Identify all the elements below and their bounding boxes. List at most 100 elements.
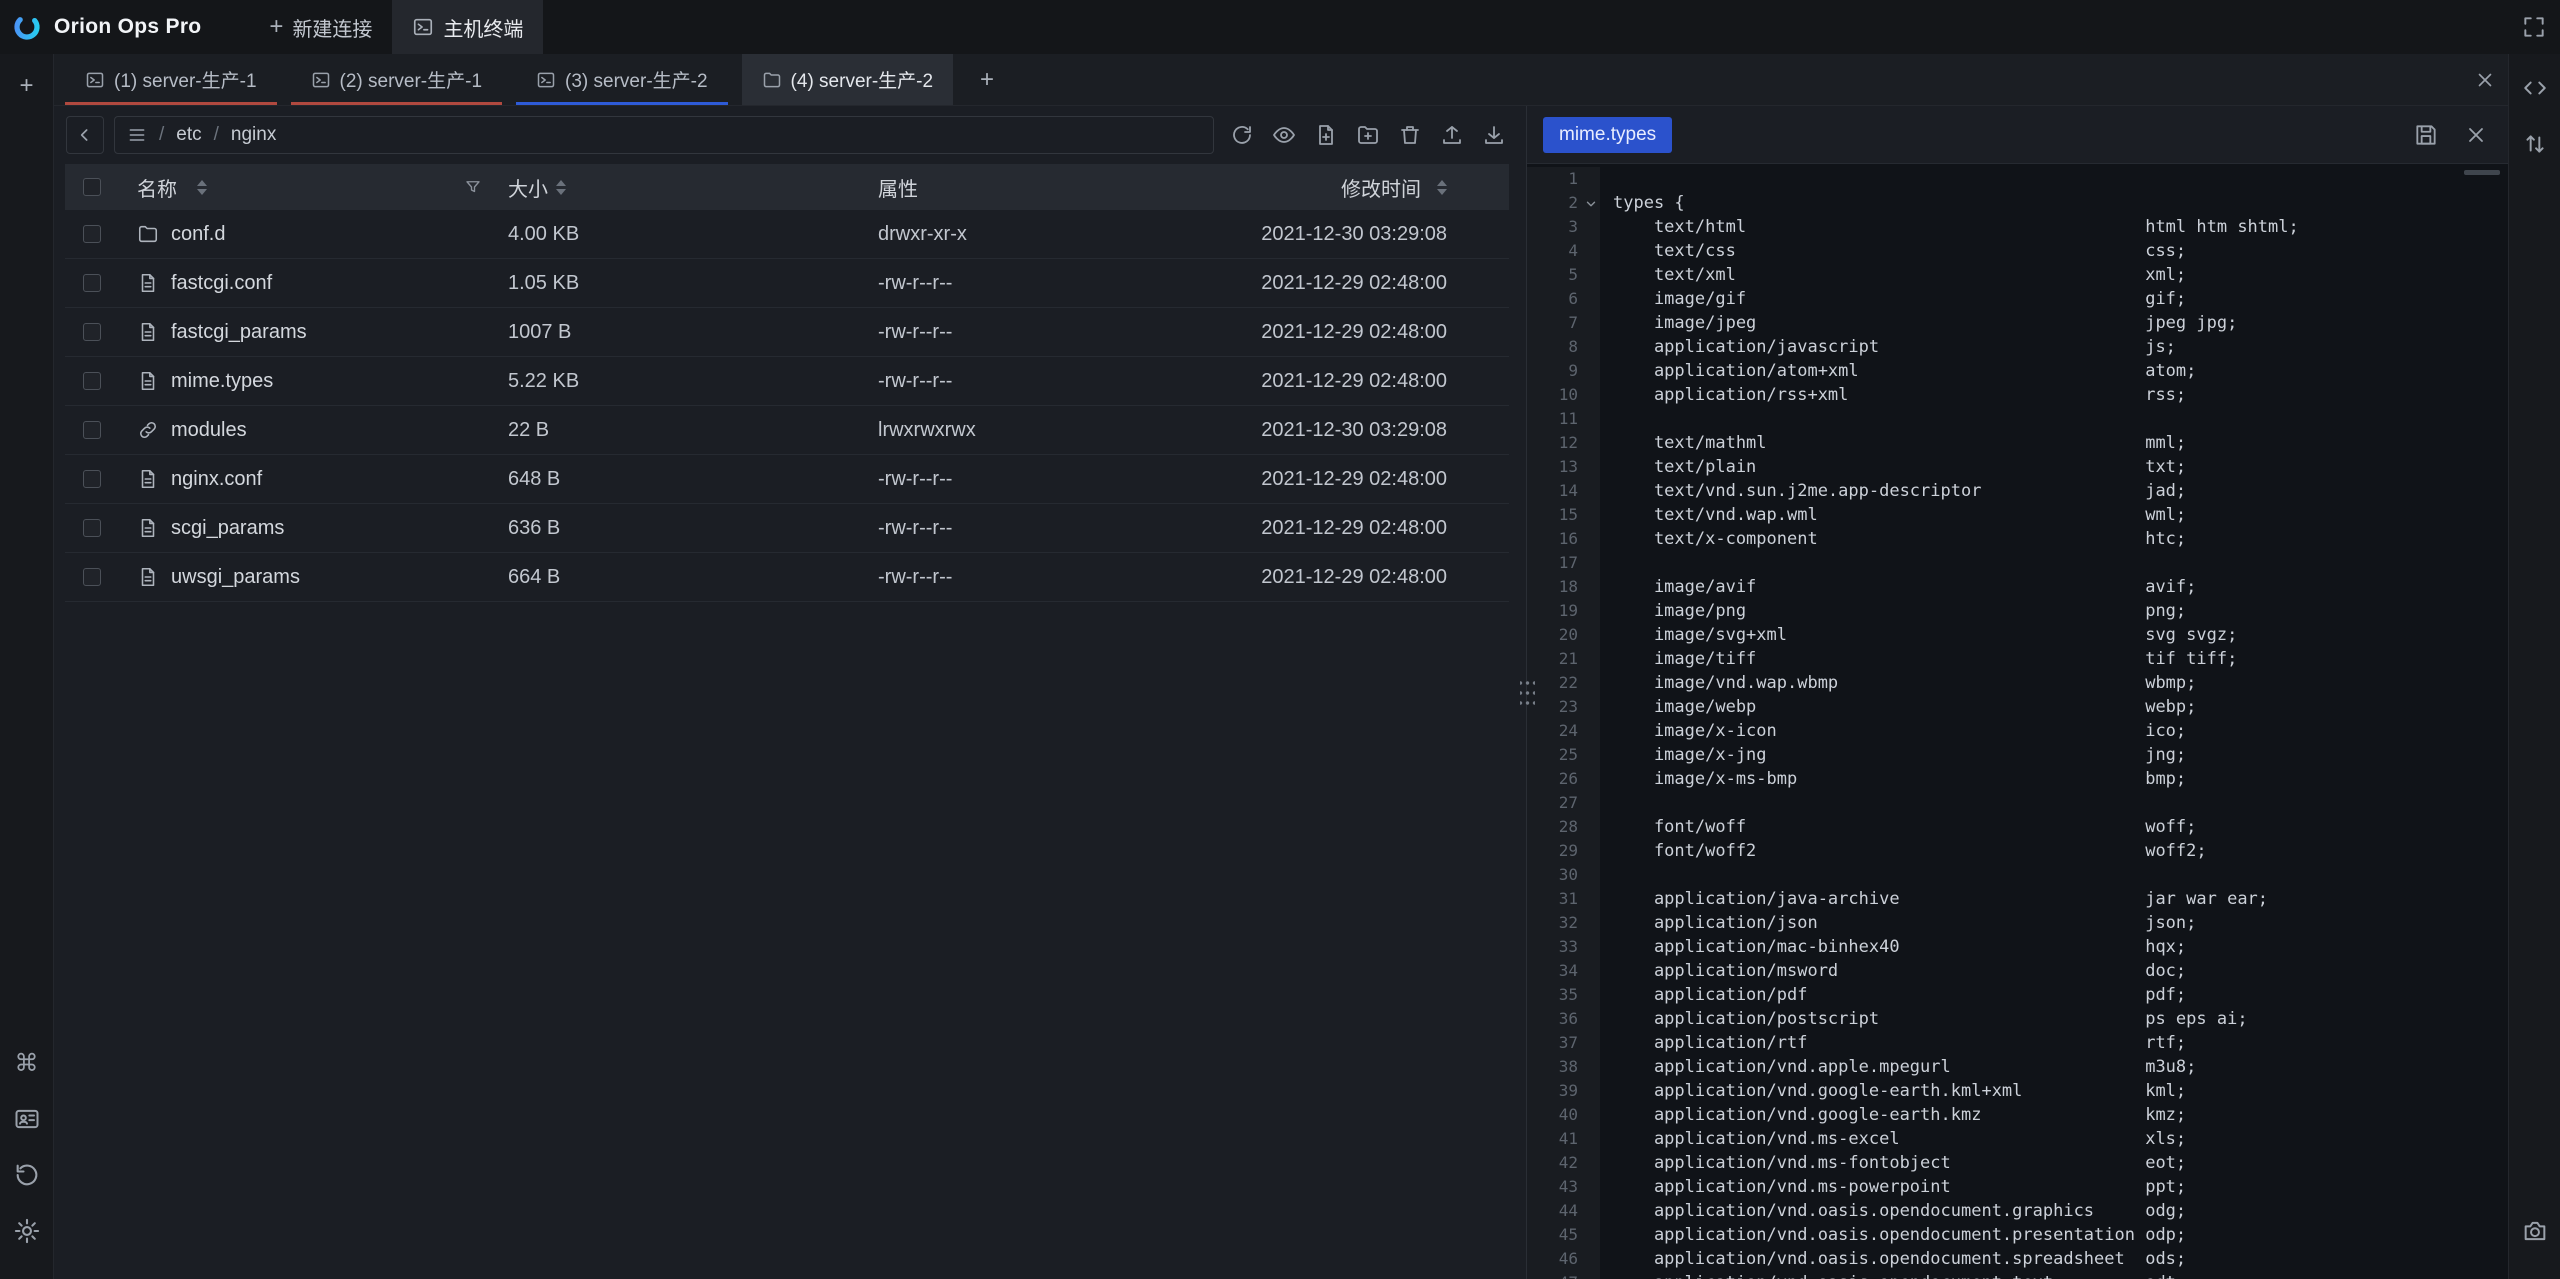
close-editor-button[interactable] [2460,119,2492,151]
session-tab[interactable]: (1) server-生产-1 [65,54,277,105]
code-line[interactable]: 5 text/xmlxml; [1527,263,2508,287]
sort-mtime-control[interactable] [1437,180,1447,195]
code-line[interactable]: 18 image/avifavif; [1527,575,2508,599]
table-row[interactable]: uwsgi_params 664 B -rw-r--r-- 2021-12-29… [65,553,1509,602]
new-file-button[interactable] [1308,117,1344,153]
file-name[interactable]: fastcgi.conf [171,272,272,295]
filter-icon[interactable] [464,178,482,196]
row-checkbox[interactable] [83,421,101,439]
code-line[interactable]: 6 image/gifgif; [1527,287,2508,311]
add-connection-button[interactable]: + [9,68,45,104]
code-line[interactable]: 14 text/vnd.sun.j2me.app-descriptorjad; [1527,479,2508,503]
session-tab[interactable]: (3) server-生产-2 [516,54,728,105]
code-line[interactable]: 11 [1527,407,2508,431]
file-list-icon[interactable] [127,125,147,145]
code-line[interactable]: 33 application/mac-binhex40hqx; [1527,935,2508,959]
code-line[interactable]: 45 application/vnd.oasis.opendocument.pr… [1527,1223,2508,1247]
code-line[interactable]: 31 application/java-archivejar war ear; [1527,887,2508,911]
scrollbar-thumb[interactable] [2464,170,2500,175]
row-checkbox[interactable] [83,225,101,243]
select-all-checkbox[interactable] [83,178,101,196]
row-checkbox[interactable] [83,470,101,488]
swap-panels-button[interactable] [2517,126,2553,162]
code-line[interactable]: 12 text/mathmlmml; [1527,431,2508,455]
new-folder-button[interactable] [1350,117,1386,153]
row-checkbox[interactable] [83,519,101,537]
code-line[interactable]: 2 types { [1527,191,2508,215]
delete-button[interactable] [1392,117,1428,153]
file-name[interactable]: uwsgi_params [171,566,300,589]
code-line[interactable]: 10 application/rss+xmlrss; [1527,383,2508,407]
code-line[interactable]: 8 application/javascriptjs; [1527,335,2508,359]
code-line[interactable]: 35 application/pdfpdf; [1527,983,2508,1007]
toggle-hidden-files-button[interactable] [1266,117,1302,153]
code-line[interactable]: 9 application/atom+xmlatom; [1527,359,2508,383]
refresh-button[interactable] [1224,117,1260,153]
file-name[interactable]: scgi_params [171,517,284,540]
code-line[interactable]: 26 image/x-ms-bmpbmp; [1527,767,2508,791]
code-line[interactable]: 3 text/htmlhtml htm shtml; [1527,215,2508,239]
code-line[interactable]: 40 application/vnd.google-earth.kmzkmz; [1527,1103,2508,1127]
code-line[interactable]: 20 image/svg+xmlsvg svgz; [1527,623,2508,647]
code-line[interactable]: 23 image/webpwebp; [1527,695,2508,719]
code-line[interactable]: 17 [1527,551,2508,575]
row-checkbox[interactable] [83,568,101,586]
table-row[interactable]: scgi_params 636 B -rw-r--r-- 2021-12-29 … [65,504,1509,553]
settings-button[interactable] [9,1213,45,1249]
file-name[interactable]: mime.types [171,370,273,393]
code-line[interactable]: 39 application/vnd.google-earth.kml+xmlk… [1527,1079,2508,1103]
new-tab-button[interactable]: + [967,54,1007,105]
command-palette-button[interactable]: ⌘ [9,1045,45,1081]
upload-button[interactable] [1434,117,1470,153]
file-name[interactable]: conf.d [171,223,225,246]
editor-file-tab[interactable]: mime.types [1543,117,1672,153]
code-line[interactable]: 24 image/x-iconico; [1527,719,2508,743]
code-line[interactable]: 34 application/msworddoc; [1527,959,2508,983]
screenshot-button[interactable] [2517,1213,2553,1249]
save-button[interactable] [2410,119,2442,151]
code-line[interactable]: 4 text/csscss; [1527,239,2508,263]
code-line[interactable]: 46 application/vnd.oasis.opendocument.sp… [1527,1247,2508,1271]
code-line[interactable]: 41 application/vnd.ms-excelxls; [1527,1127,2508,1151]
code-line[interactable]: 25 image/x-jngjng; [1527,743,2508,767]
back-button[interactable] [66,116,104,154]
code-line[interactable]: 32 application/jsonjson; [1527,911,2508,935]
table-row[interactable]: fastcgi_params 1007 B -rw-r--r-- 2021-12… [65,308,1509,357]
panel-resize-handle[interactable] [1520,675,1535,711]
code-line[interactable]: 16 text/x-componenthtc; [1527,527,2508,551]
sync-button[interactable] [9,1157,45,1193]
row-checkbox[interactable] [83,274,101,292]
row-checkbox[interactable] [83,372,101,390]
code-line[interactable]: 21 image/tifftif tiff; [1527,647,2508,671]
file-name[interactable]: modules [171,419,247,442]
download-button[interactable] [1476,117,1512,153]
menu-host-terminal[interactable]: 主机终端 [392,0,543,54]
code-line[interactable]: 27 [1527,791,2508,815]
session-tab[interactable]: (2) server-生产-1 [291,54,503,105]
menu-new-connection[interactable]: + 新建连接 [249,0,392,54]
file-name[interactable]: fastcgi_params [171,321,307,344]
sort-name-control[interactable] [197,180,207,195]
code-line[interactable]: 29 font/woff2woff2; [1527,839,2508,863]
code-line[interactable]: 30 [1527,863,2508,887]
code-line[interactable]: 1 [1527,167,2508,191]
table-row[interactable]: nginx.conf 648 B -rw-r--r-- 2021-12-29 0… [65,455,1509,504]
chevron-down-icon[interactable] [1584,197,1598,211]
code-line[interactable]: 38 application/vnd.apple.mpegurlm3u8; [1527,1055,2508,1079]
fullscreen-button[interactable] [2508,0,2560,54]
close-button[interactable] [2462,54,2508,105]
table-row[interactable]: modules 22 B lrwxrwxrwx 2021-12-30 03:29… [65,406,1509,455]
breadcrumb-segment[interactable]: nginx [231,124,276,146]
code-line[interactable]: 22 image/vnd.wap.wbmpwbmp; [1527,671,2508,695]
table-row[interactable]: mime.types 5.22 KB -rw-r--r-- 2021-12-29… [65,357,1509,406]
code-view-button[interactable] [2517,70,2553,106]
code-line[interactable]: 44 application/vnd.oasis.opendocument.gr… [1527,1199,2508,1223]
code-line[interactable]: 36 application/postscriptps eps ai; [1527,1007,2508,1031]
table-row[interactable]: fastcgi.conf 1.05 KB -rw-r--r-- 2021-12-… [65,259,1509,308]
code-editor[interactable]: 1 2 [1527,164,2508,1279]
session-tab[interactable]: (4) server-生产-2 [742,54,954,105]
sort-size-control[interactable] [556,180,566,195]
row-checkbox[interactable] [83,323,101,341]
code-line[interactable]: 37 application/rtfrtf; [1527,1031,2508,1055]
user-profile-button[interactable] [9,1101,45,1137]
